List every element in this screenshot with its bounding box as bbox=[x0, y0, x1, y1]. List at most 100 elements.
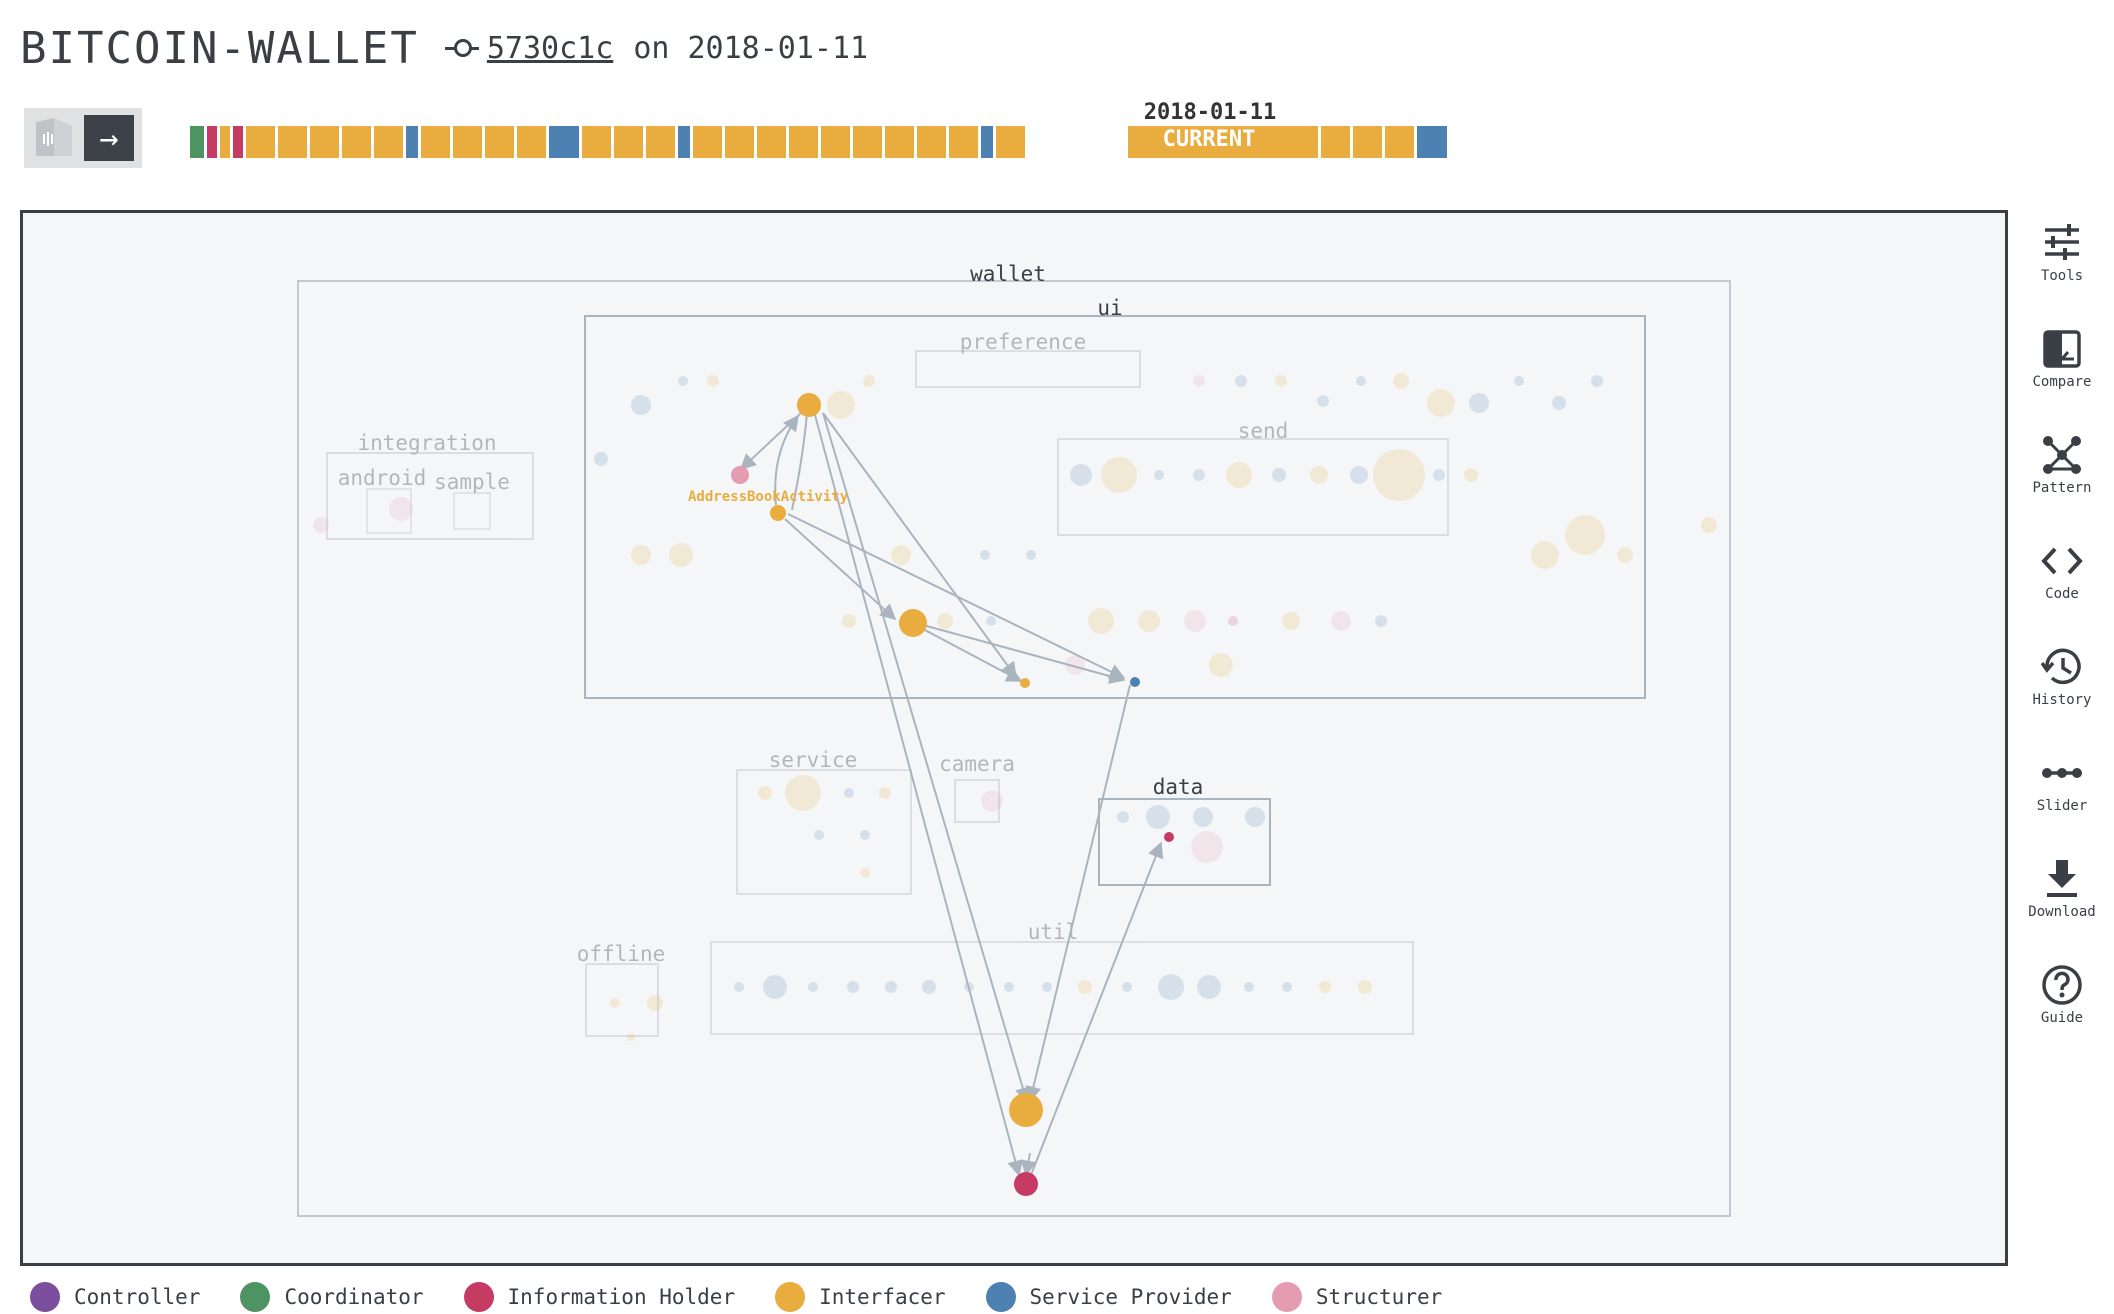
timeline-commit-segment[interactable] bbox=[374, 126, 403, 158]
legend-swatch-interfacer bbox=[775, 1282, 806, 1312]
code-icon bbox=[2041, 547, 2083, 575]
legend-label: Structurer bbox=[1315, 1285, 1443, 1309]
compare-button[interactable]: Compare bbox=[2030, 328, 2094, 434]
slider-icon bbox=[2042, 768, 2082, 778]
package-label-data: data bbox=[1153, 775, 1204, 799]
tools-label: Tools bbox=[2040, 268, 2084, 284]
slider-button[interactable]: Slider bbox=[2030, 752, 2094, 858]
arrow-right-icon[interactable]: → bbox=[84, 115, 134, 161]
timeline-commit-segment[interactable] bbox=[1289, 126, 1318, 158]
guide-button[interactable]: Guide bbox=[2030, 964, 2094, 1070]
legend-item-structurer: Structurer bbox=[1271, 1282, 1443, 1312]
timeline-commit-segment[interactable] bbox=[421, 126, 450, 158]
class-node[interactable] bbox=[1020, 678, 1030, 688]
pattern-icon bbox=[2043, 436, 2081, 474]
code-label: Code bbox=[2045, 586, 2079, 602]
timeline-commit-segment[interactable] bbox=[1321, 126, 1350, 158]
timeline-commit-segment[interactable] bbox=[693, 126, 722, 158]
download-icon bbox=[2047, 860, 2077, 897]
timeline-commit-segment[interactable] bbox=[278, 126, 307, 158]
class-node[interactable] bbox=[899, 609, 927, 637]
download-button[interactable]: Download bbox=[2028, 858, 2096, 964]
package-integration[interactable]: integration android sample bbox=[326, 431, 534, 540]
package-preference[interactable]: preference bbox=[915, 330, 1141, 388]
package-label-integration: integration bbox=[357, 431, 496, 455]
history-button[interactable]: History bbox=[2030, 646, 2094, 752]
timeline-commit-segment[interactable] bbox=[917, 126, 946, 158]
timeline-commit-segment[interactable] bbox=[207, 126, 217, 158]
commit-hash-link[interactable]: 5730c1c bbox=[487, 31, 613, 66]
package-label-wallet: wallet bbox=[970, 262, 1046, 286]
class-node[interactable] bbox=[1014, 1172, 1038, 1196]
timeline-commit-segment[interactable] bbox=[1417, 126, 1447, 158]
class-node[interactable] bbox=[797, 393, 821, 417]
compare-label: Compare bbox=[2032, 374, 2092, 390]
package-data[interactable]: data bbox=[1098, 775, 1271, 886]
dependency-graph[interactable]: wallet ui preference send integration an… bbox=[23, 213, 2005, 1263]
legend-swatch-information-holder bbox=[463, 1282, 494, 1312]
timeline-commit-segment[interactable] bbox=[996, 126, 1025, 158]
timeline-commit-segment[interactable] bbox=[1353, 126, 1382, 158]
timeline-commit-segment[interactable] bbox=[678, 126, 690, 158]
compare-icon bbox=[2043, 330, 2081, 368]
class-node[interactable] bbox=[1009, 1093, 1043, 1127]
timeline-selected-date: 2018-01-11 bbox=[1143, 100, 1277, 125]
package-util[interactable]: util bbox=[710, 920, 1414, 1035]
timeline-commit-segment[interactable] bbox=[757, 126, 786, 158]
code-button[interactable]: Code bbox=[2030, 540, 2094, 646]
download-label: Download bbox=[2028, 904, 2096, 920]
timeline-commit-segment[interactable] bbox=[342, 126, 371, 158]
compare-view-icon[interactable] bbox=[24, 108, 84, 168]
help-icon bbox=[2042, 965, 2082, 1005]
architecture-canvas[interactable]: wallet ui preference send integration an… bbox=[20, 210, 2008, 1266]
timeline-commit-segment[interactable] bbox=[1385, 126, 1414, 158]
timeline-current-marker[interactable]: CURRENT bbox=[1128, 126, 1290, 158]
view-toggle[interactable]: → bbox=[24, 108, 142, 168]
package-label-ui: ui bbox=[1097, 296, 1122, 320]
page-header: BITCOIN-WALLET 5730c1c on 2018-01-11 bbox=[20, 18, 868, 78]
timeline-commit-segment[interactable] bbox=[453, 126, 482, 158]
class-node[interactable] bbox=[1130, 677, 1140, 687]
legend-label: Coordinator bbox=[284, 1285, 424, 1309]
guide-label: Guide bbox=[2040, 1010, 2084, 1026]
timeline-commit-segment[interactable] bbox=[614, 126, 643, 158]
timeline-commit-segment[interactable] bbox=[406, 126, 418, 158]
timeline-commit-segment[interactable] bbox=[485, 126, 514, 158]
timeline-commit-segment[interactable] bbox=[789, 126, 818, 158]
legend-label: Service Provider bbox=[1029, 1285, 1232, 1309]
legend-swatch-controller bbox=[30, 1282, 60, 1312]
inactive-class-nodes bbox=[313, 373, 1717, 1041]
package-offline[interactable]: offline bbox=[577, 942, 666, 1037]
timeline-commit-segment[interactable] bbox=[821, 126, 850, 158]
package-label-preference: preference bbox=[960, 330, 1086, 354]
class-node[interactable] bbox=[731, 466, 749, 484]
legend-item-information-holder: Information Holder bbox=[463, 1282, 735, 1312]
timeline-commit-segment[interactable] bbox=[190, 126, 204, 158]
timeline-commit-segment[interactable] bbox=[949, 126, 978, 158]
package-service[interactable]: service bbox=[736, 748, 912, 895]
timeline-commit-segment[interactable] bbox=[220, 126, 230, 158]
pattern-button[interactable]: Pattern bbox=[2030, 434, 2094, 540]
package-wallet[interactable]: wallet bbox=[297, 262, 1731, 1217]
legend-swatch-service-provider bbox=[985, 1282, 1016, 1312]
class-node-addressbookactivity[interactable] bbox=[770, 505, 786, 521]
timeline-commit-segment[interactable] bbox=[646, 126, 675, 158]
timeline-commit-segment[interactable] bbox=[517, 126, 546, 158]
timeline-commit-segment[interactable] bbox=[981, 126, 993, 158]
timeline-commit-segment[interactable] bbox=[725, 126, 754, 158]
timeline-commit-segment[interactable] bbox=[233, 126, 243, 158]
package-label-send: send bbox=[1238, 419, 1289, 443]
timeline-commit-segment[interactable] bbox=[310, 126, 339, 158]
history-icon bbox=[2041, 648, 2081, 685]
timeline-commit-segment[interactable] bbox=[582, 126, 611, 158]
timeline-commit-segment[interactable] bbox=[246, 126, 275, 158]
tools-button[interactable]: Tools bbox=[2030, 222, 2094, 328]
legend-item-controller: Controller bbox=[30, 1282, 200, 1312]
package-label-android: android bbox=[338, 466, 427, 490]
sliders-icon bbox=[2045, 224, 2079, 260]
timeline-commit-segment[interactable] bbox=[549, 126, 579, 158]
class-node[interactable] bbox=[1164, 832, 1174, 842]
timeline-commit-segment[interactable] bbox=[853, 126, 882, 158]
timeline-commit-segment[interactable] bbox=[885, 126, 914, 158]
package-camera[interactable]: camera bbox=[939, 752, 1015, 823]
